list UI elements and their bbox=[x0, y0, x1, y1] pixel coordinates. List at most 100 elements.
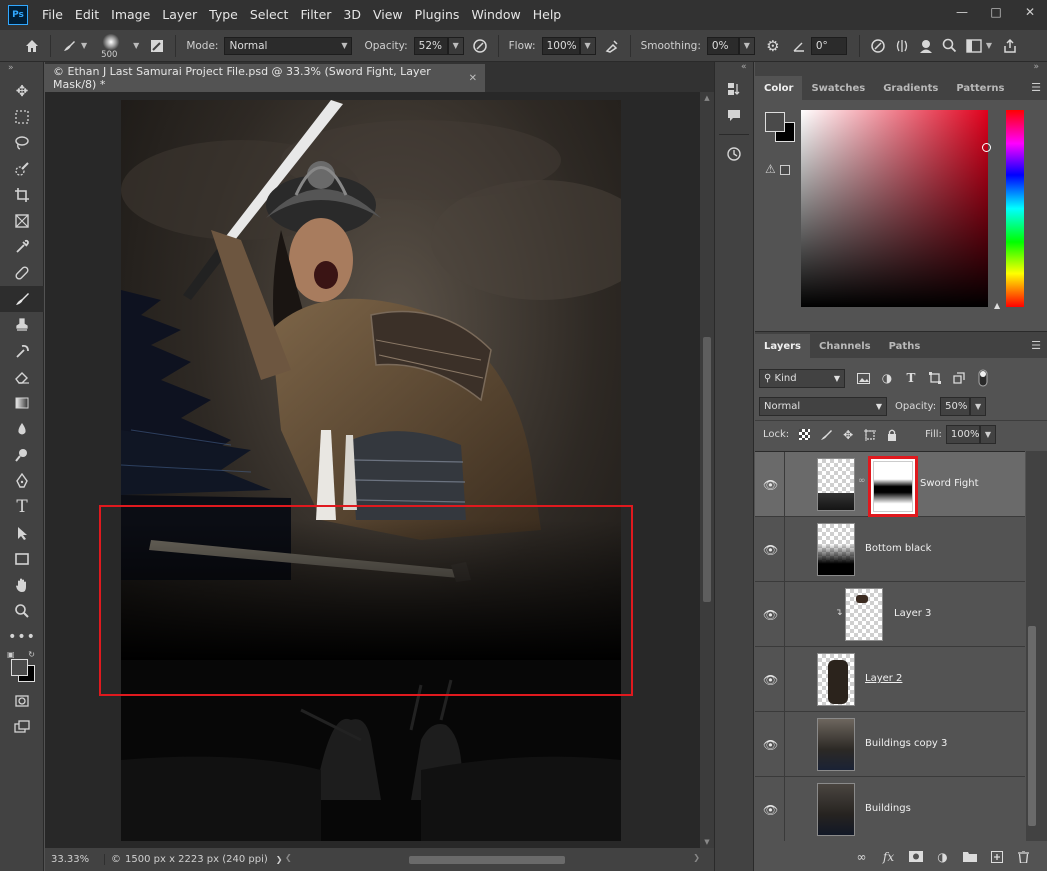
blur-tool-icon[interactable] bbox=[0, 416, 44, 442]
foreground-color-swatch[interactable] bbox=[11, 659, 28, 676]
menu-filter[interactable]: Filter bbox=[294, 0, 337, 30]
vertical-scrollbar[interactable]: ▲ ▼ bbox=[700, 92, 714, 848]
chevron-down-icon[interactable]: ▼ bbox=[133, 41, 139, 50]
user-icon[interactable] bbox=[914, 34, 938, 58]
foreground-color-swatch[interactable] bbox=[765, 112, 785, 132]
fg-bg-color-widget[interactable] bbox=[765, 112, 797, 144]
lock-all-icon[interactable] bbox=[881, 425, 903, 445]
filter-smart-object-icon[interactable] bbox=[947, 368, 971, 388]
hue-slider-handle-icon[interactable]: ▲ bbox=[994, 301, 1000, 310]
filter-type-icon[interactable]: T bbox=[899, 368, 923, 388]
new-group-icon[interactable] bbox=[956, 847, 983, 867]
zoom-tool-icon[interactable] bbox=[0, 598, 44, 624]
brush-tool-icon[interactable] bbox=[0, 286, 44, 312]
menu-edit[interactable]: Edit bbox=[69, 0, 105, 30]
menu-help[interactable]: Help bbox=[527, 0, 568, 30]
opacity-dropdown[interactable]: ▼ bbox=[447, 36, 464, 55]
pressure-size-icon[interactable] bbox=[866, 34, 890, 58]
search-icon[interactable] bbox=[938, 34, 962, 58]
airbrush-icon[interactable] bbox=[600, 34, 624, 58]
menu-file[interactable]: File bbox=[36, 0, 69, 30]
out-of-gamut-warning-icon[interactable]: ⚠ bbox=[765, 162, 790, 176]
frame-tool-icon[interactable] bbox=[0, 208, 44, 234]
eye-icon[interactable]: 👁 bbox=[763, 803, 779, 817]
home-icon[interactable] bbox=[20, 34, 44, 58]
default-colors-icon[interactable]: ▣ bbox=[7, 650, 15, 659]
lasso-tool-icon[interactable] bbox=[0, 130, 44, 156]
new-layer-icon[interactable] bbox=[983, 847, 1010, 867]
lock-pixels-icon[interactable] bbox=[815, 425, 837, 445]
brush-settings-icon[interactable] bbox=[145, 34, 169, 58]
layer-row-bottom-black[interactable]: 👁 Bottom black bbox=[755, 517, 1025, 582]
screen-mode-icon[interactable] bbox=[0, 714, 44, 740]
layers-scrollbar[interactable] bbox=[1026, 451, 1047, 841]
layer-row-layer-3[interactable]: 👁 ↴ Layer 3 bbox=[755, 582, 1025, 647]
dodge-tool-icon[interactable] bbox=[0, 442, 44, 468]
tab-channels[interactable]: Channels bbox=[810, 334, 880, 358]
document-tab[interactable]: © Ethan J Last Samurai Project File.psd … bbox=[45, 64, 485, 92]
swap-colors-icon[interactable]: ↻ bbox=[28, 650, 35, 659]
hand-tool-icon[interactable] bbox=[0, 572, 44, 598]
layer-thumbnail[interactable] bbox=[817, 523, 855, 576]
chevron-right-icon[interactable]: ❯ bbox=[276, 855, 283, 864]
flow-input[interactable]: 100% bbox=[541, 36, 580, 55]
menu-select[interactable]: Select bbox=[244, 0, 295, 30]
scroll-left-icon[interactable]: ❮ bbox=[285, 853, 292, 862]
rectangle-tool-icon[interactable] bbox=[0, 546, 44, 572]
color-field[interactable] bbox=[801, 110, 991, 307]
canvas-area[interactable] bbox=[45, 92, 700, 848]
panel-menu-icon[interactable]: ☰ bbox=[1031, 339, 1041, 352]
hue-slider[interactable] bbox=[1006, 110, 1024, 307]
eye-icon[interactable]: 👁 bbox=[763, 478, 779, 492]
layer-opacity-dropdown[interactable]: ▼ bbox=[970, 396, 987, 416]
close-window-icon[interactable]: ✕ bbox=[1013, 0, 1047, 24]
quick-mask-icon[interactable] bbox=[0, 688, 44, 714]
tab-gradients[interactable]: Gradients bbox=[874, 76, 947, 100]
filter-adjustment-icon[interactable]: ◑ bbox=[875, 368, 899, 388]
lock-transparent-icon[interactable] bbox=[793, 425, 815, 445]
layer-name[interactable]: Buildings bbox=[865, 803, 911, 814]
history-icon[interactable] bbox=[715, 141, 753, 167]
eye-icon[interactable]: 👁 bbox=[763, 738, 779, 752]
marquee-tool-icon[interactable] bbox=[0, 104, 44, 130]
filter-shape-icon[interactable] bbox=[923, 368, 947, 388]
document-info[interactable]: © 1500 px x 2223 px (240 ppi) ❯ bbox=[105, 854, 283, 865]
layer-row-buildings-copy-3[interactable]: 👁 Buildings copy 3 bbox=[755, 712, 1025, 777]
layer-row-layer-2[interactable]: 👁 Layer 2 bbox=[755, 647, 1025, 712]
tab-paths[interactable]: Paths bbox=[880, 334, 930, 358]
blend-mode-select[interactable]: Normal ▼ bbox=[759, 396, 887, 416]
crop-tool-icon[interactable] bbox=[0, 182, 44, 208]
scrollbar-thumb[interactable] bbox=[409, 856, 565, 864]
flow-dropdown[interactable]: ▼ bbox=[579, 36, 596, 55]
type-tool-icon[interactable]: T bbox=[0, 494, 44, 520]
brush-preset-icon[interactable] bbox=[57, 34, 81, 58]
mask-link-icon[interactable]: ∞ bbox=[858, 476, 866, 486]
eye-icon[interactable]: 👁 bbox=[763, 608, 779, 622]
smoothing-input[interactable]: 0% bbox=[706, 36, 739, 55]
move-tool-icon[interactable]: ✥ bbox=[0, 78, 44, 104]
scroll-up-icon[interactable]: ▲ bbox=[702, 94, 712, 102]
gear-icon[interactable]: ⚙ bbox=[761, 34, 785, 58]
fill-input[interactable]: 100% bbox=[945, 425, 980, 444]
tab-swatches[interactable]: Swatches bbox=[802, 76, 874, 100]
layer-row-buildings[interactable]: 👁 Buildings bbox=[755, 777, 1025, 842]
scrollbar-thumb[interactable] bbox=[1028, 626, 1036, 826]
maximize-icon[interactable]: □ bbox=[979, 0, 1013, 24]
menu-image[interactable]: Image bbox=[105, 0, 156, 30]
lock-position-icon[interactable]: ✥ bbox=[837, 425, 859, 445]
collapse-icon[interactable]: « bbox=[715, 62, 753, 76]
layer-name[interactable]: Bottom black bbox=[865, 543, 931, 554]
layer-thumbnail[interactable] bbox=[845, 588, 883, 641]
gradient-tool-icon[interactable] bbox=[0, 390, 44, 416]
pressure-opacity-icon[interactable] bbox=[468, 34, 492, 58]
comments-icon[interactable] bbox=[715, 102, 753, 128]
eye-icon[interactable]: 👁 bbox=[763, 543, 779, 557]
panel-menu-icon[interactable]: ☰ bbox=[1031, 81, 1041, 94]
delete-layer-icon[interactable] bbox=[1010, 847, 1037, 867]
document-canvas[interactable] bbox=[121, 100, 621, 841]
clone-stamp-tool-icon[interactable] bbox=[0, 312, 44, 338]
menu-view[interactable]: View bbox=[367, 0, 409, 30]
chevron-down-icon[interactable]: ▼ bbox=[986, 41, 992, 50]
menu-plugins[interactable]: Plugins bbox=[409, 0, 466, 30]
filter-toggle-icon[interactable] bbox=[971, 368, 995, 388]
